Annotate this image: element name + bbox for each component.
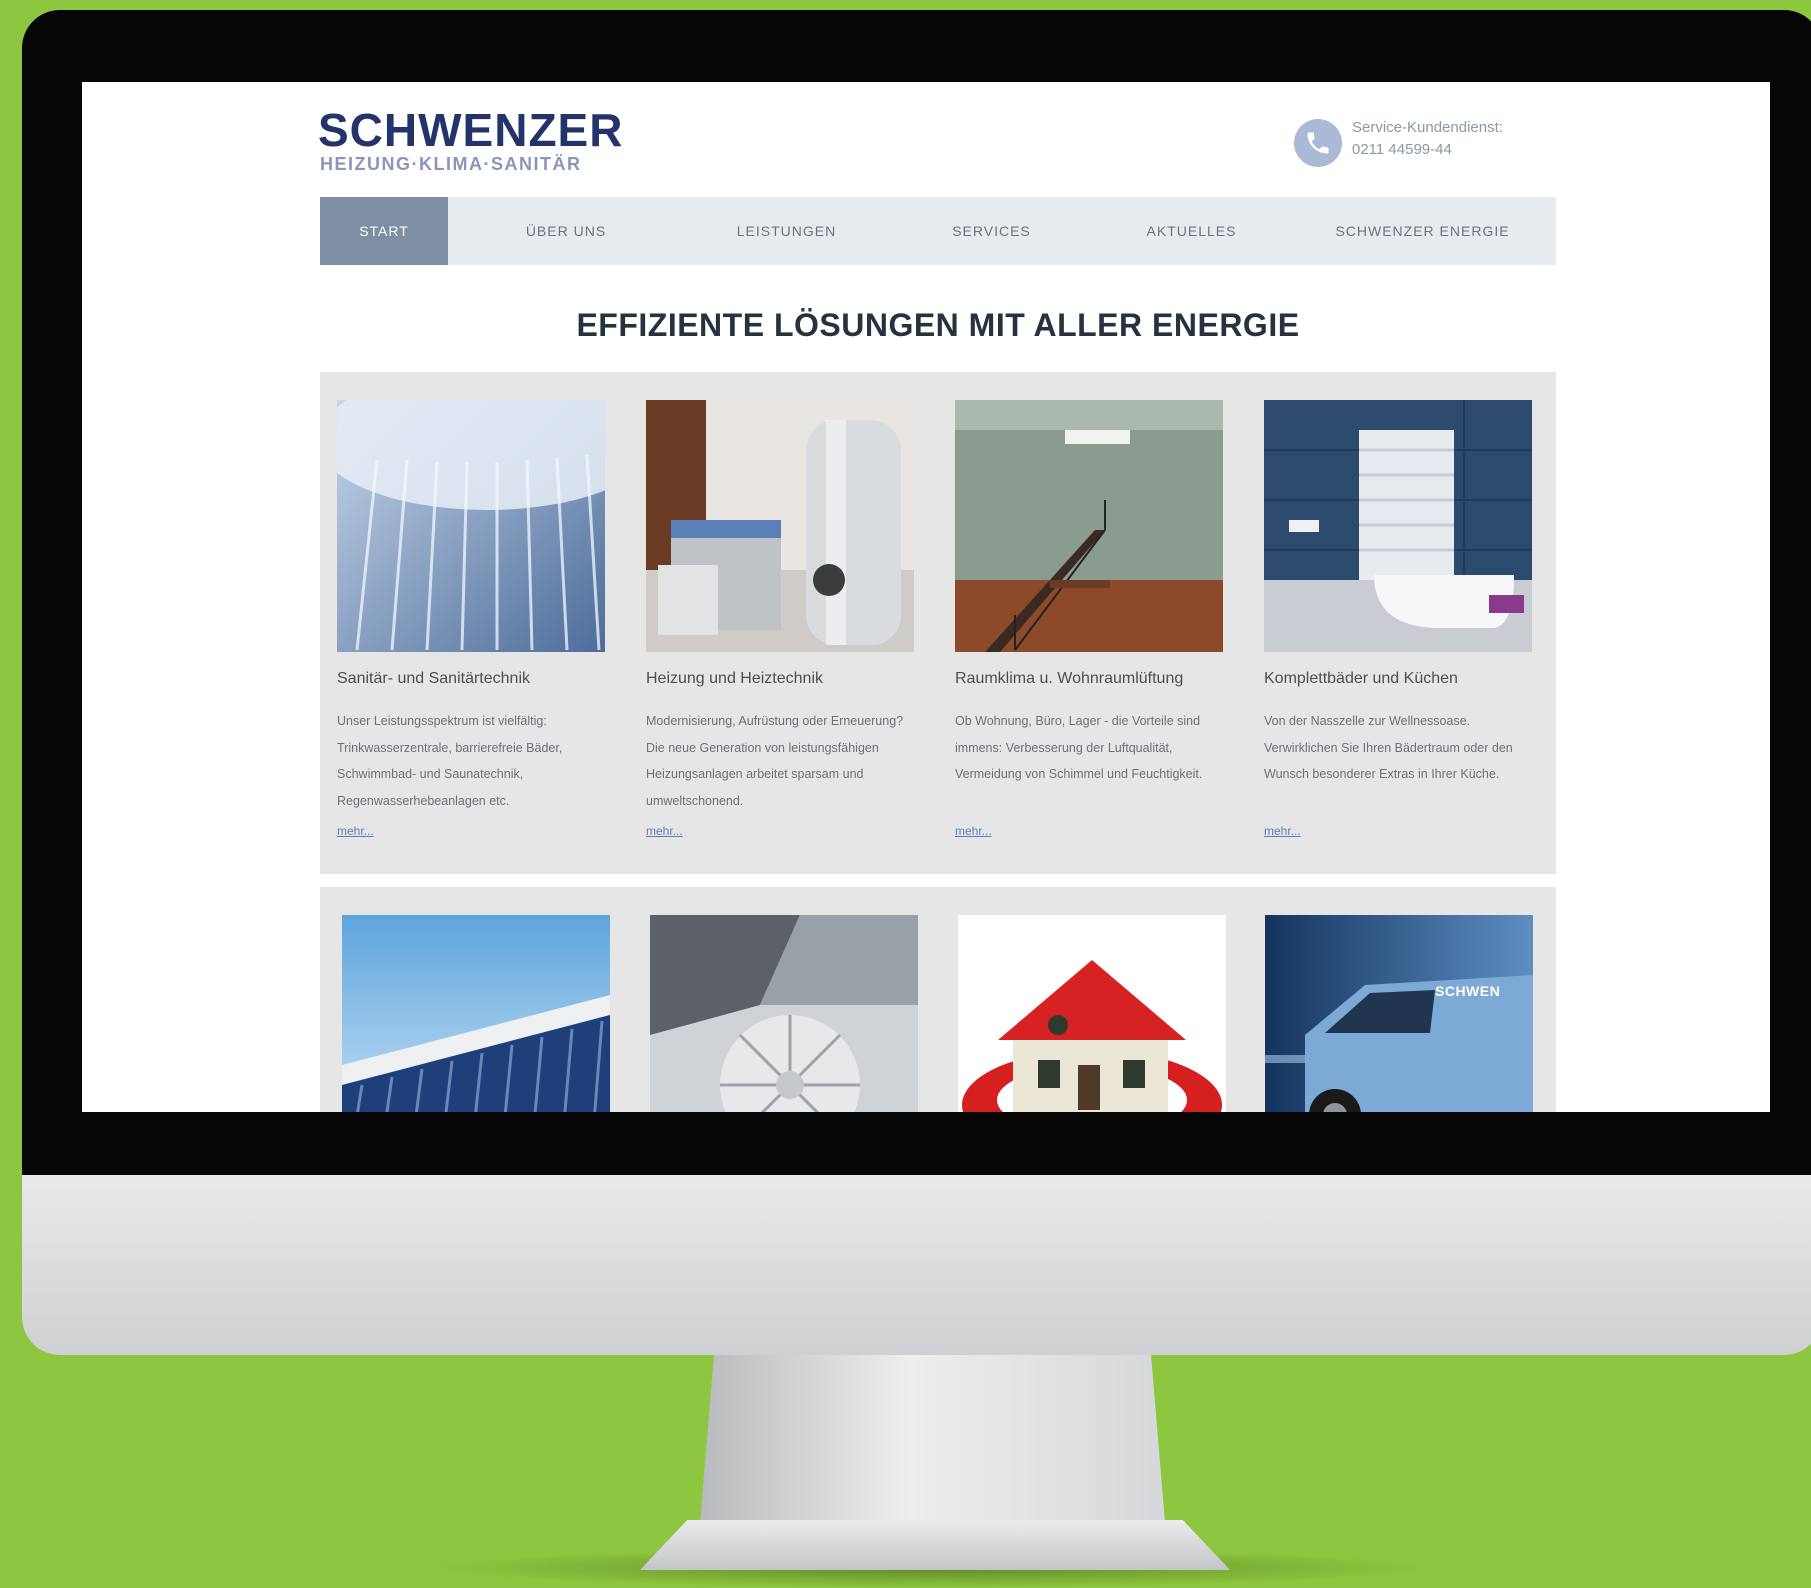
card-title: Sanitär- und Sanitärtechnik [337, 670, 530, 687]
main-navigation: START ÜBER UNS LEISTUNGEN SERVICES AKTUE… [320, 197, 1556, 265]
bathroom-image[interactable] [1264, 400, 1532, 652]
card-text: Von der Nasszelle zur Wellnessoase. Verw… [1264, 714, 1513, 781]
more-link[interactable]: mehr... [955, 824, 1223, 838]
service-card-sanitaer: Sanitär- und Sanitärtechnik Unser Leistu… [337, 400, 605, 838]
card-title: Komplettbäder und Küchen [1264, 670, 1458, 687]
van-lettering: SCHWEN [1435, 983, 1501, 999]
service-label: Service-Kundendienst: [1352, 119, 1503, 136]
logo-tagline: HEIZUNG·KLIMA·SANITÄR [320, 154, 582, 174]
nav-services[interactable]: SERVICES [889, 197, 1094, 265]
nav-aktuelles[interactable]: AKTUELLES [1094, 197, 1289, 265]
solar-image[interactable] [342, 915, 610, 1112]
card-text: Unser Leistungsspektrum ist vielfältig: … [337, 714, 563, 808]
nav-leistungen[interactable]: LEISTUNGEN [684, 197, 889, 265]
card-title: Heizung und Heiztechnik [646, 670, 823, 687]
nav-ueber-uns[interactable]: ÜBER UNS [448, 197, 684, 265]
boiler-image[interactable] [646, 400, 914, 652]
services-panel: Sanitär- und Sanitärtechnik Unser Leistu… [320, 372, 1556, 874]
service-card-heizung: Heizung und Heiztechnik Modernisierung, … [646, 400, 914, 838]
ventilation-image[interactable] [650, 915, 918, 1112]
service-phone[interactable]: 0211 44599-44 [1352, 139, 1503, 161]
monitor-stand-foot [640, 1520, 1230, 1570]
service-card-raumklima: Raumklima u. Wohnraumlüftung Ob Wohnung,… [955, 400, 1223, 838]
page-headline: EFFIZIENTE LÖSUNGEN MIT ALLER ENERGIE [576, 307, 1300, 343]
logo[interactable]: SCHWENZER [318, 107, 623, 153]
services-panel-second-row: SCHWEN [320, 887, 1556, 1112]
nav-schwenzer-energie[interactable]: SCHWENZER ENERGIE [1289, 197, 1556, 265]
more-link[interactable]: mehr... [1264, 824, 1532, 838]
shower-image[interactable] [337, 400, 605, 652]
room-image[interactable] [955, 400, 1223, 652]
card-title: Raumklima u. Wohnraumlüftung [955, 670, 1184, 687]
service-card-baeder: Komplettbäder und Küchen Von der Nasszel… [1264, 400, 1532, 838]
more-link[interactable]: mehr... [646, 824, 914, 838]
service-contact: Service-Kundendienst: 0211 44599-44 [1294, 117, 1554, 172]
service-van-image[interactable]: SCHWEN [1265, 915, 1533, 1112]
monitor-stand [700, 1355, 1165, 1545]
phone-icon [1294, 119, 1342, 167]
card-text: Ob Wohnung, Büro, Lager - die Vorteile s… [955, 714, 1203, 781]
monitor-chin [22, 1175, 1811, 1355]
house-insurance-image[interactable] [958, 915, 1226, 1112]
nav-start[interactable]: START [320, 197, 448, 265]
browser-screen: SCHWENZER HEIZUNG·KLIMA·SANITÄR Service-… [82, 82, 1770, 1112]
more-link[interactable]: mehr... [337, 824, 605, 838]
card-text: Modernisierung, Aufrüstung oder Erneueru… [646, 714, 904, 808]
